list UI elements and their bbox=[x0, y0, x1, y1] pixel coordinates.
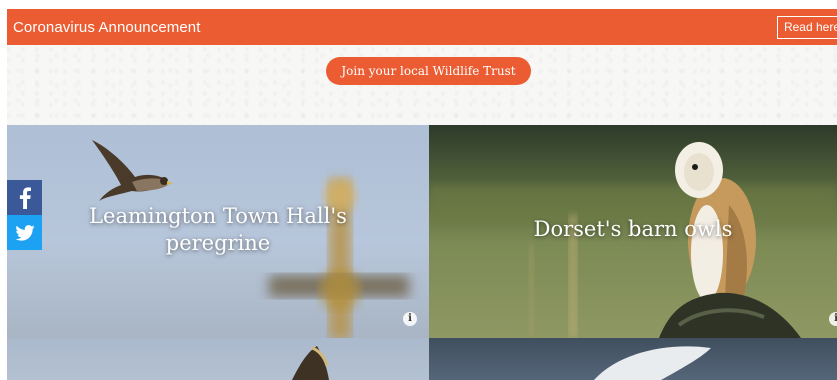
join-wildlife-trust-button[interactable]: Join your local Wildlife Trust bbox=[326, 57, 531, 85]
bird-image bbox=[292, 346, 329, 380]
tile-peregrine[interactable]: Leamington Town Hall's peregrine i bbox=[7, 125, 429, 338]
announcement-bar: Coronavirus Announcement Read here bbox=[7, 9, 837, 45]
info-icon[interactable]: i bbox=[403, 312, 417, 326]
facebook-share-button[interactable] bbox=[7, 180, 42, 215]
tile-barn-owl[interactable]: Dorset's barn owls i bbox=[429, 125, 837, 338]
twitter-share-button[interactable] bbox=[7, 215, 42, 250]
facebook-icon bbox=[19, 186, 31, 209]
read-here-button[interactable]: Read here bbox=[776, 16, 837, 39]
tile-bottom-right[interactable] bbox=[429, 338, 837, 380]
tile-title-peregrine: Leamington Town Hall's peregrine bbox=[89, 204, 347, 255]
info-icon[interactable]: i bbox=[829, 312, 837, 326]
twitter-icon bbox=[14, 224, 35, 241]
tile-bottom-left[interactable] bbox=[7, 338, 429, 380]
tile-title-barn-owl: Dorset's barn owls bbox=[533, 217, 733, 241]
announcement-text: Coronavirus Announcement bbox=[13, 18, 201, 36]
bird-image bbox=[594, 346, 711, 380]
